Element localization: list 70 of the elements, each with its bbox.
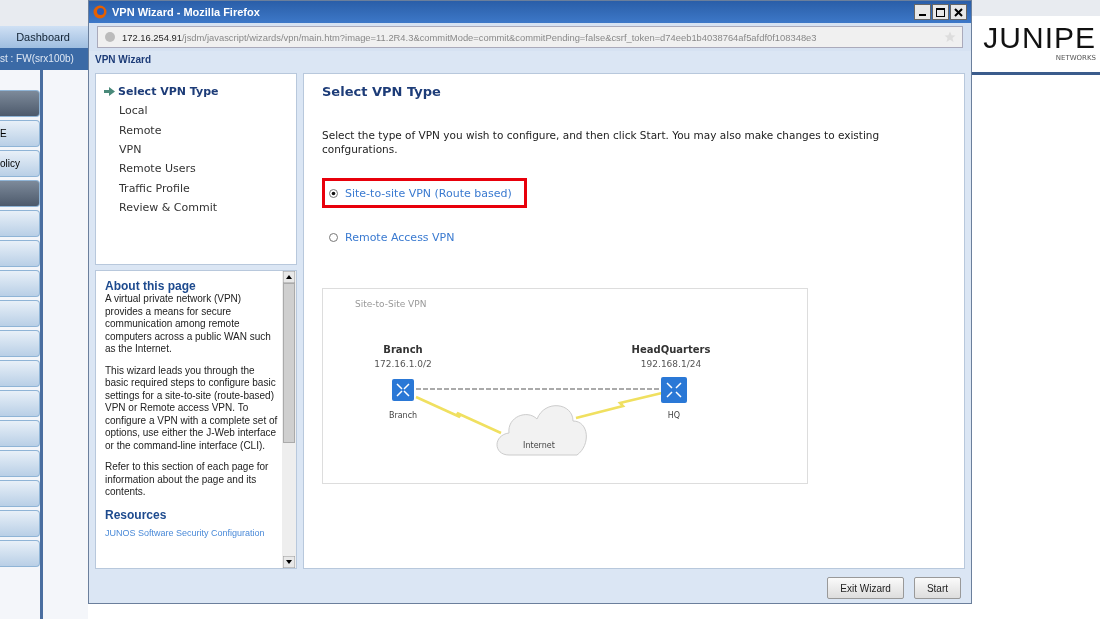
step-item[interactable]: Local	[104, 101, 296, 121]
about-paragraph: Refer to this section of each page for information about the page and its contents.	[105, 461, 270, 499]
router-icon	[661, 377, 687, 403]
dashboard-tab[interactable]: Dashboard	[0, 26, 88, 48]
sidebar-button[interactable]	[0, 210, 40, 237]
step-item[interactable]: Traffic Profile	[104, 178, 296, 198]
maximize-icon	[936, 7, 945, 17]
subnet-text: 172.16.1.0/2	[374, 359, 432, 369]
close-icon	[954, 7, 963, 17]
exit-wizard-button[interactable]: Exit Wizard	[827, 577, 904, 599]
radio-button[interactable]	[329, 232, 338, 242]
about-title: About this page	[105, 279, 197, 293]
sidebar-button[interactable]	[0, 540, 40, 567]
start-button[interactable]: Start	[913, 577, 961, 599]
step-item[interactable]: Remote Users	[104, 159, 296, 179]
radio-option[interactable]: Remote Access VPN	[322, 222, 462, 252]
resources-title: Resources	[105, 507, 168, 522]
step-item[interactable]: Select VPN Type	[104, 82, 296, 102]
sidebar-button[interactable]	[0, 450, 40, 477]
arrow-icon	[104, 87, 115, 97]
logo-text: JUNIPE	[983, 22, 1096, 54]
step-item[interactable]: Review & Commit	[104, 197, 296, 218]
close-button[interactable]	[950, 4, 967, 20]
sidebar-button[interactable]	[0, 180, 40, 207]
router-icon	[392, 379, 414, 401]
cloud-icon	[496, 405, 587, 456]
sidebar-button[interactable]	[0, 240, 40, 267]
minimize-button[interactable]	[914, 4, 931, 20]
device-label: st : FW(srx100b)	[0, 48, 88, 70]
sidebar-button[interactable]	[0, 90, 40, 117]
step-item[interactable]: Remote	[104, 120, 296, 140]
scroll-down-icon[interactable]	[283, 556, 295, 568]
sidebar-button[interactable]	[0, 480, 40, 507]
resources-link[interactable]: JUNOS Software Security Configuration	[105, 527, 265, 538]
option-label[interactable]: Site-to-site VPN (Route based)	[345, 186, 512, 200]
address-bar[interactable]: 172.16.254.91/jsdm/javascript/wizards/vpn/main.htm?image=11.2R4.3&commitMode=commit&commitPending=false&csrf_token=d74eeb1b4038764af5afdf0f108348e3	[97, 26, 963, 48]
diagram-title: Site-to-Site VPN	[355, 299, 427, 309]
url-text: 172.16.254.91/jsdm/javascript/wizards/vpn/main.htm?image=11.2R4.3&commitMode=commit&commitPending=false&csrf_token=d74eeb1b4038764af5afdf0f108348e3	[122, 31, 817, 43]
sidebar-button[interactable]	[0, 330, 40, 357]
sidebar-button[interactable]	[0, 270, 40, 297]
node-name: HeadQuarters	[631, 344, 711, 355]
scrollbar-thumb[interactable]	[283, 283, 295, 443]
radio-button[interactable]	[329, 188, 338, 198]
about-paragraph: A virtual private network (VPN) provides a means for secure communication among remote computers across a public WAN such as the Internet.	[105, 293, 272, 356]
cloud-label: Internet	[523, 441, 555, 450]
about-paragraph: This wizard leads you through the basic required steps to configure basic settings for a site-to-site (route-based) VPN or Remote access VPN. To configure a VPN with a complete set of options, use either the J-Web interface or the command-line interface (CLI).	[105, 364, 278, 452]
subnet-text: 192.168.1/24	[640, 359, 702, 369]
highlight-frame[interactable]: Site-to-site VPN (Route based)	[322, 178, 527, 208]
scroll-up-icon[interactable]	[283, 271, 295, 283]
sidebar-button[interactable]	[0, 390, 40, 417]
window-title: VPN Wizard - Mozilla Firefox	[112, 6, 260, 18]
sidebar-button[interactable]	[0, 510, 40, 537]
wizard-header: VPN Wizard	[95, 54, 152, 65]
step-item[interactable]: VPN	[104, 139, 296, 160]
scrollbar[interactable]	[282, 271, 296, 568]
sidebar-button[interactable]: olicy	[0, 150, 40, 177]
page-title: Select VPN Type	[322, 84, 442, 99]
browser-logo-icon	[93, 5, 107, 19]
node-label: Branch	[388, 411, 418, 420]
description-text: Select the type of VPN you wish to configure, and then click Start. You may also make changes to existing confgurations.	[322, 128, 881, 156]
maximize-button[interactable]	[932, 4, 949, 20]
option-label[interactable]: Remote Access VPN	[345, 230, 455, 244]
sidebar-button[interactable]: E	[0, 120, 40, 147]
minimize-icon	[919, 14, 926, 16]
sidebar-button[interactable]	[0, 420, 40, 447]
globe-icon	[104, 31, 116, 43]
sidebar-button[interactable]	[0, 360, 40, 387]
sidebar-button[interactable]	[0, 300, 40, 327]
node-label: HQ	[667, 411, 681, 420]
node-name: Branch	[383, 344, 423, 355]
